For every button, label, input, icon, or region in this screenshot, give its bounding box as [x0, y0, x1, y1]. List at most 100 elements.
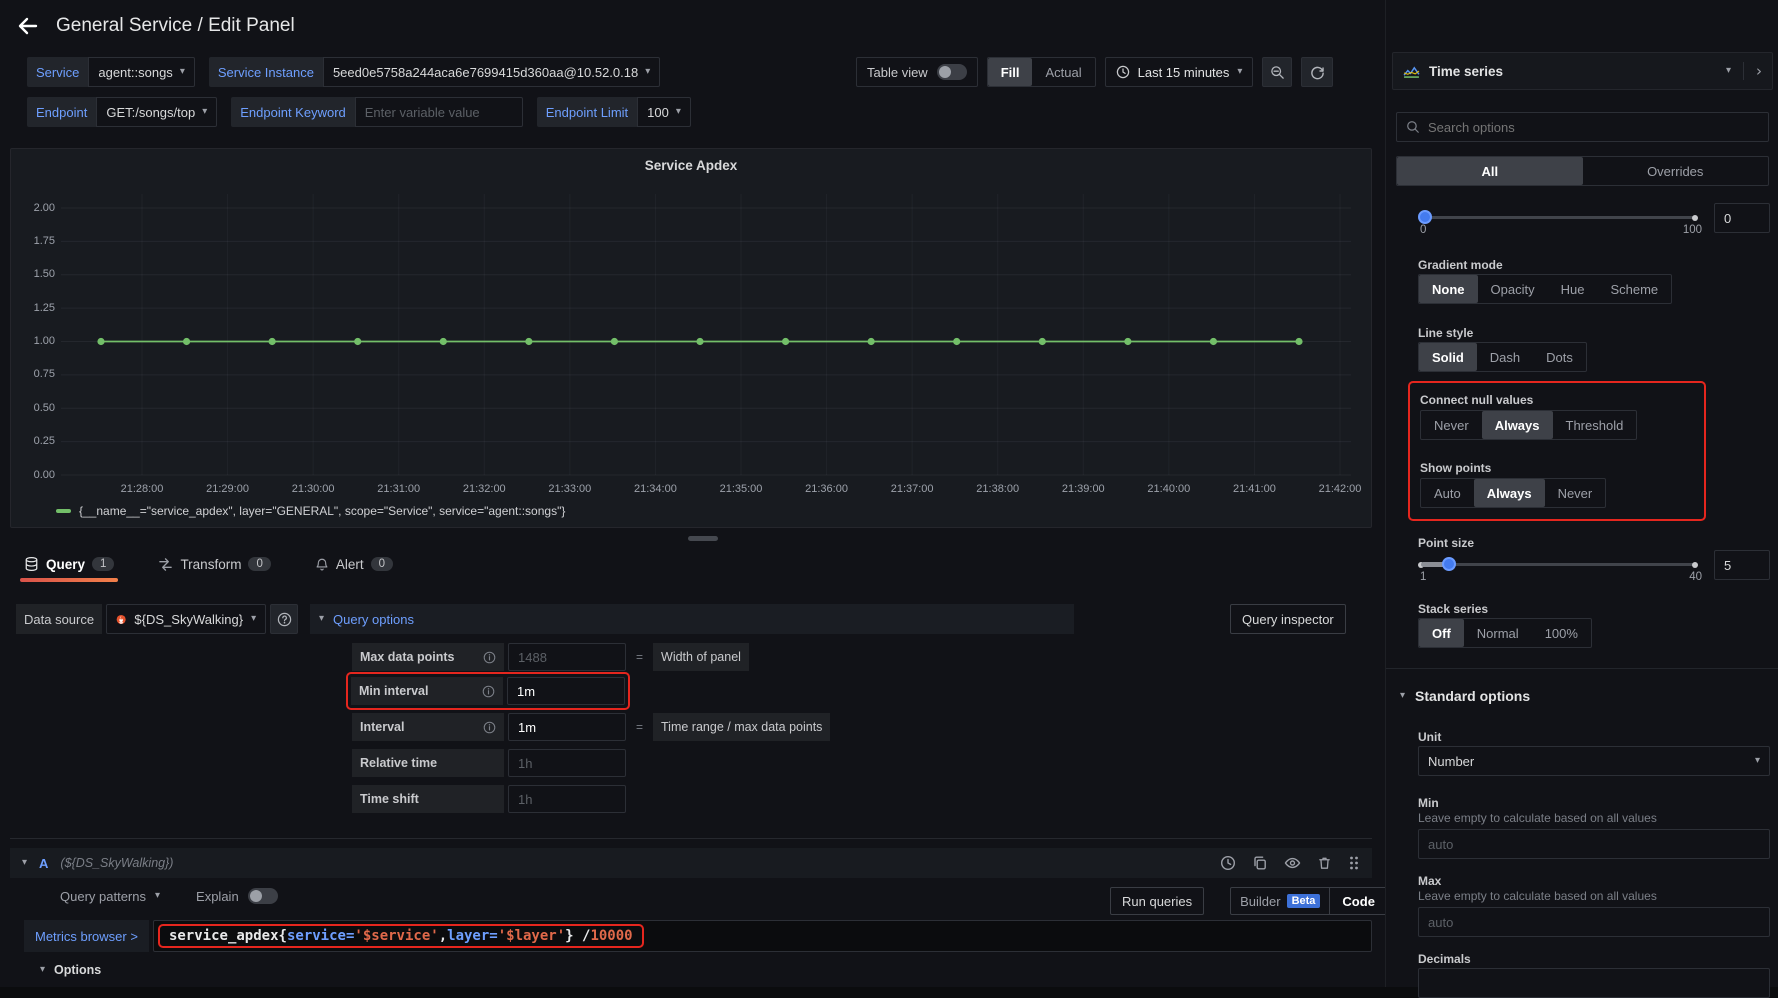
point-size-slider[interactable]: 1 40	[1418, 550, 1704, 580]
points-always[interactable]: Always	[1474, 479, 1545, 507]
endpoint-limit-dropdown[interactable]: 100▾	[637, 97, 691, 127]
max-input[interactable]	[1418, 907, 1770, 937]
points-never[interactable]: Never	[1545, 479, 1606, 507]
query-expression-field[interactable]: service_apdex{service='$service', layer=…	[153, 920, 1372, 952]
legend-swatch	[56, 509, 71, 513]
service-label: Service	[27, 57, 88, 87]
collapse-pane-icon[interactable]: ›	[1756, 62, 1762, 80]
gradient-hue[interactable]: Hue	[1548, 275, 1598, 303]
query-label-key: layer=	[447, 928, 498, 944]
endpoint-dropdown[interactable]: GET:/songs/top▾	[96, 97, 217, 127]
search-options-box	[1396, 112, 1769, 142]
interval-row: Interval = Time range / max data points	[352, 713, 830, 741]
chevron-down-icon: ▾	[40, 965, 45, 975]
delete-query-icon[interactable]	[1317, 855, 1332, 871]
y-axis-tick: 1.75	[17, 235, 55, 247]
metrics-browser-button[interactable]: Metrics browser >	[24, 920, 149, 952]
min-input[interactable]	[1418, 829, 1770, 859]
query-history-icon[interactable]	[1220, 855, 1236, 871]
tab-alert[interactable]: Alert 0	[311, 557, 397, 582]
point-size-value[interactable]	[1714, 550, 1770, 580]
data-source-help-button[interactable]	[270, 604, 298, 634]
time-range-picker[interactable]: Last 15 minutes ▾	[1105, 57, 1254, 87]
back-button[interactable]	[16, 14, 40, 38]
tab-all[interactable]: All	[1397, 157, 1583, 185]
duplicate-query-icon[interactable]	[1252, 855, 1268, 871]
interval-input[interactable]	[508, 713, 626, 741]
service-dropdown[interactable]: agent::songs▾	[88, 57, 194, 87]
time-series-plot[interactable]: 2.001.751.501.251.000.750.500.250.0021:2…	[11, 149, 1371, 501]
query-label-key: service=	[287, 928, 354, 944]
beta-badge: Beta	[1287, 894, 1321, 908]
relative-time-input[interactable]	[508, 749, 626, 777]
query-options-header[interactable]: ▾ Query options	[310, 604, 1074, 634]
min-interval-input[interactable]	[507, 677, 625, 705]
connect-always[interactable]: Always	[1482, 411, 1553, 439]
chart-panel: Service Apdex 2.001.751.501.251.000.750.…	[10, 148, 1372, 528]
code-mode-option[interactable]: Code	[1329, 888, 1387, 914]
slider-max-label: 100	[1683, 224, 1702, 236]
data-source-row: Data source ${DS_SkyWalking} ▾	[16, 604, 298, 634]
show-points-group: Auto Always Never	[1420, 478, 1606, 508]
tab-overrides[interactable]: Overrides	[1583, 157, 1769, 185]
endpoint-limit-label: Endpoint Limit	[537, 97, 637, 127]
stack-100[interactable]: 100%	[1532, 619, 1591, 647]
min-interval-label: Min interval	[351, 677, 503, 705]
unit-select[interactable]: Number ▾	[1418, 746, 1770, 776]
tab-query[interactable]: Query 1	[20, 556, 118, 582]
equals-sign: =	[630, 720, 649, 734]
connect-never[interactable]: Never	[1421, 411, 1482, 439]
query-options-collapse[interactable]: ▾ Options	[40, 963, 101, 977]
chevron-down-icon: ▾	[645, 67, 650, 77]
visualization-picker[interactable]: Time series ▾ ›	[1392, 52, 1773, 90]
slider-max-label: 40	[1689, 571, 1702, 583]
query-metric: service_apdex{	[169, 928, 287, 944]
tab-transform[interactable]: Transform 0	[154, 557, 274, 582]
line-dash[interactable]: Dash	[1477, 343, 1533, 371]
query-row-header[interactable]: ▾ A (${DS_SkyWalking})	[10, 848, 1372, 878]
builder-code-switch: Builder Beta Code	[1230, 887, 1388, 915]
service-instance-dropdown[interactable]: 5eed0e5758a244aca6e7699415d360aa@10.52.0…	[323, 57, 660, 87]
gradient-mode-group: None Opacity Hue Scheme	[1418, 274, 1672, 304]
line-dots[interactable]: Dots	[1533, 343, 1586, 371]
zoom-out-button[interactable]	[1262, 57, 1292, 87]
fill-opacity-value[interactable]	[1714, 203, 1770, 233]
decimals-input[interactable]	[1418, 968, 1770, 998]
stack-off[interactable]: Off	[1419, 619, 1464, 647]
panel-resize-handle[interactable]	[688, 536, 718, 541]
line-solid[interactable]: Solid	[1419, 343, 1477, 371]
standard-options-header[interactable]: ▾ Standard options	[1400, 688, 1530, 704]
chart-legend[interactable]: {__name__="service_apdex", layer="GENERA…	[56, 504, 565, 518]
time-shift-input[interactable]	[508, 785, 626, 813]
table-view-toggle[interactable]	[937, 64, 967, 80]
endpoint-keyword-input[interactable]	[355, 97, 523, 127]
service-instance-label: Service Instance	[209, 57, 323, 87]
equals-sign: =	[630, 650, 649, 664]
max-data-points-input[interactable]	[508, 643, 626, 671]
actual-option[interactable]: Actual	[1032, 58, 1094, 86]
explain-label: Explain	[196, 889, 239, 904]
arrow-left-icon	[16, 14, 40, 38]
stack-normal[interactable]: Normal	[1464, 619, 1532, 647]
line-style-label: Line style	[1418, 326, 1473, 340]
service-instance-variable: Service Instance 5eed0e5758a244aca6e7699…	[209, 57, 660, 87]
run-queries-button[interactable]: Run queries	[1110, 887, 1204, 915]
table-view-control: Table view	[856, 57, 978, 87]
query-inspector-button[interactable]: Query inspector	[1230, 604, 1346, 634]
drag-handle-icon[interactable]	[1348, 855, 1360, 871]
points-auto[interactable]: Auto	[1421, 479, 1474, 507]
gradient-none[interactable]: None	[1419, 275, 1478, 303]
connect-threshold[interactable]: Threshold	[1553, 411, 1637, 439]
hide-query-icon[interactable]	[1284, 855, 1301, 871]
gradient-scheme[interactable]: Scheme	[1597, 275, 1671, 303]
fill-option[interactable]: Fill	[988, 58, 1033, 86]
builder-mode-option[interactable]: Builder Beta	[1231, 888, 1329, 914]
refresh-button[interactable]	[1301, 57, 1333, 87]
data-source-picker[interactable]: ${DS_SkyWalking} ▾	[106, 604, 266, 634]
gradient-opacity[interactable]: Opacity	[1478, 275, 1548, 303]
query-patterns-dropdown[interactable]: Query patterns ▾	[60, 889, 160, 904]
search-options-input[interactable]	[1428, 120, 1759, 135]
fill-opacity-slider[interactable]: 0 100	[1418, 203, 1704, 233]
time-range-label: Last 15 minutes	[1138, 65, 1230, 80]
explain-toggle[interactable]	[248, 888, 278, 904]
